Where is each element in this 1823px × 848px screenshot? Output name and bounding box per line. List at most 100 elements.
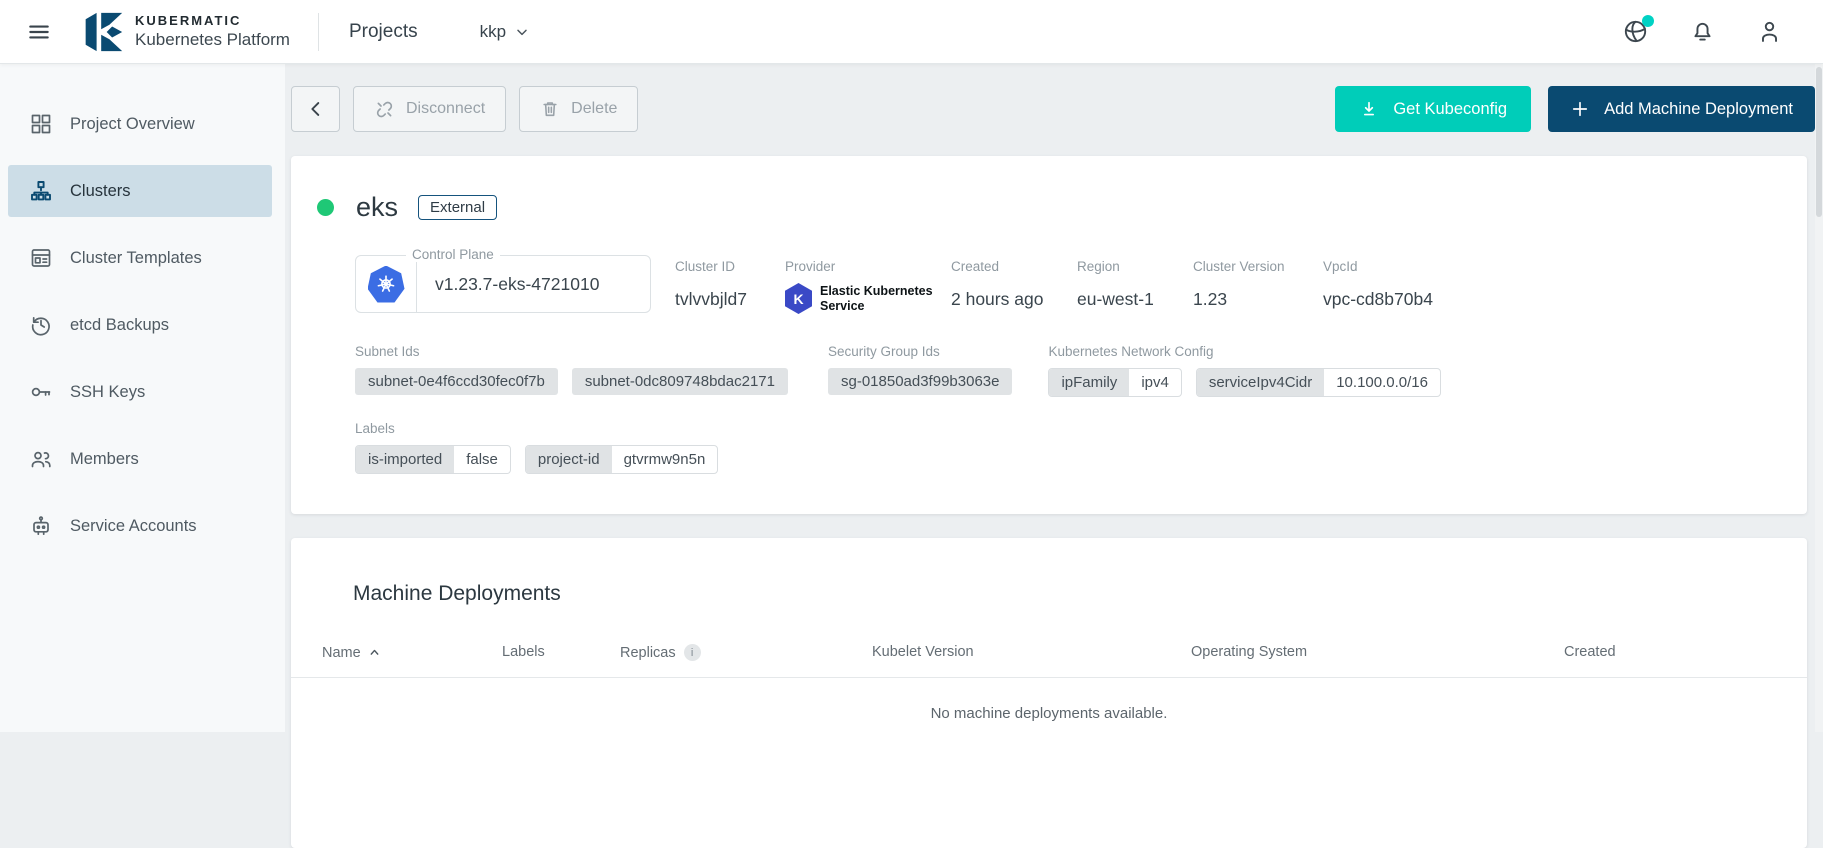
created-value: 2 hours ago — [951, 289, 1077, 310]
sidebar-item-ssh-keys[interactable]: SSH Keys — [8, 366, 272, 418]
field-label: Provider — [785, 259, 951, 274]
field-label: Cluster ID — [675, 259, 785, 274]
menu-icon[interactable] — [26, 19, 52, 45]
network-config-chip: ipFamily ipv4 — [1048, 368, 1181, 397]
user-account-icon[interactable] — [1756, 18, 1783, 45]
scrollbar-track[interactable] — [1815, 64, 1823, 732]
grid-icon — [29, 112, 53, 136]
vpcid-value: vpc-cd8b70b4 — [1323, 289, 1433, 310]
security-group-ids-label: Security Group Ids — [828, 344, 1012, 359]
cluster-details-card: eks External Control Plane — [291, 156, 1807, 514]
cluster-version-value: 1.23 — [1193, 289, 1323, 310]
security-group-chip: sg-01850ad3f99b3063e — [828, 368, 1012, 395]
link-off-icon — [374, 99, 395, 120]
logo-title: KUBERMATIC — [135, 13, 290, 28]
delete-button[interactable]: Delete — [519, 86, 638, 132]
column-label: Replicas — [620, 645, 676, 661]
field-label: Region — [1077, 259, 1193, 274]
robot-icon — [29, 514, 53, 538]
label-chip: project-id gtvrmw9n5n — [525, 445, 718, 474]
project-selector[interactable]: kkp — [480, 22, 530, 42]
download-icon — [1359, 99, 1379, 119]
chip-key: serviceIpv4Cidr — [1197, 369, 1324, 396]
chip-key: is-imported — [356, 446, 454, 473]
column-labels: Labels — [502, 644, 620, 661]
machine-deployments-title: Machine Deployments — [353, 582, 1807, 606]
chip-value: gtvrmw9n5n — [612, 446, 718, 473]
field-label: Cluster Version — [1193, 259, 1323, 274]
sort-asc-icon — [368, 646, 381, 659]
kubermatic-logo[interactable]: KUBERMATIC Kubernetes Platform — [82, 10, 290, 54]
sidebar-item-label: Service Accounts — [70, 517, 197, 536]
key-icon — [29, 380, 53, 404]
column-name[interactable]: Name — [322, 644, 502, 661]
sidebar-item-service-accounts[interactable]: Service Accounts — [8, 500, 272, 552]
column-replicas: Replicas i — [620, 644, 872, 661]
get-kubeconfig-label: Get Kubeconfig — [1393, 100, 1507, 119]
control-plane-field: Control Plane — [355, 255, 651, 313]
label-chip: is-imported false — [355, 445, 511, 474]
sidebar-item-clusters[interactable]: Clusters — [8, 165, 272, 217]
empty-state-message: No machine deployments available. — [291, 705, 1807, 722]
provider-name: Elastic Kubernetes Service — [820, 284, 942, 314]
kubermatic-logo-icon — [82, 10, 124, 54]
plus-icon — [1570, 99, 1590, 119]
region-value: eu-west-1 — [1077, 289, 1193, 310]
column-created: Created — [1564, 644, 1807, 661]
sidebar-item-etcd-backups[interactable]: etcd Backups — [8, 299, 272, 351]
field-label: VpcId — [1323, 259, 1433, 274]
get-kubeconfig-button[interactable]: Get Kubeconfig — [1335, 86, 1531, 132]
chip-key: ipFamily — [1049, 369, 1129, 396]
sidebar-item-label: Cluster Templates — [70, 249, 202, 268]
chevron-down-icon — [514, 24, 530, 40]
network-config-group: Kubernetes Network Config ipFamily ipv4 … — [1048, 344, 1441, 397]
top-header: KUBERMATIC Kubernetes Platform Projects … — [0, 0, 1823, 64]
sidebar-item-label: etcd Backups — [70, 316, 169, 335]
disconnect-button[interactable]: Disconnect — [353, 86, 506, 132]
machine-deployments-card: Machine Deployments Name Labels Replicas… — [291, 538, 1807, 848]
field-label: Created — [951, 259, 1077, 274]
security-group-ids-group: Security Group Ids sg-01850ad3f99b3063e — [828, 344, 1012, 395]
history-icon — [29, 313, 53, 337]
subnet-chip: subnet-0e4f6ccd30fec0f7b — [355, 368, 558, 395]
column-kubelet-version: Kubelet Version — [872, 644, 1191, 661]
sidebar-item-cluster-templates[interactable]: Cluster Templates — [8, 232, 272, 284]
labels-group: Labels is-imported false project-id gtvr… — [355, 421, 1771, 474]
logo-subtitle: Kubernetes Platform — [135, 30, 290, 50]
back-button[interactable] — [291, 86, 340, 132]
control-plane-label: Control Plane — [406, 247, 500, 262]
chip-value: ipv4 — [1129, 369, 1181, 396]
template-card-icon — [29, 246, 53, 270]
network-config-chip: serviceIpv4Cidr 10.100.0.0/16 — [1196, 368, 1441, 397]
chip-key: project-id — [526, 446, 612, 473]
column-label: Name — [322, 645, 361, 661]
projects-link[interactable]: Projects — [349, 21, 418, 43]
sidebar-item-members[interactable]: Members — [8, 433, 272, 485]
sidebar-nav: Project Overview Clusters — [0, 64, 285, 732]
sidebar-item-label: SSH Keys — [70, 383, 145, 402]
main-content: Disconnect Delete — [285, 64, 1815, 732]
table-divider — [291, 677, 1807, 678]
add-machine-deployment-button[interactable]: Add Machine Deployment — [1548, 86, 1815, 132]
scrollbar-thumb[interactable] — [1816, 67, 1822, 217]
chip-value: 10.100.0.0/16 — [1324, 369, 1440, 396]
sidebar-item-project-overview[interactable]: Project Overview — [8, 98, 272, 150]
subnet-ids-label: Subnet Ids — [355, 344, 788, 359]
clusters-tree-icon — [29, 179, 53, 203]
notifications-bell-icon[interactable] — [1689, 18, 1716, 45]
column-operating-system: Operating System — [1191, 644, 1564, 661]
info-icon[interactable]: i — [684, 644, 701, 661]
members-icon — [29, 447, 53, 471]
community-icon[interactable] — [1622, 18, 1649, 45]
notification-badge — [1642, 15, 1654, 27]
sidebar-item-label: Project Overview — [70, 115, 195, 134]
external-badge: External — [418, 195, 497, 220]
project-selector-value: kkp — [480, 22, 506, 42]
cluster-name: eks — [356, 192, 398, 223]
chip-value: false — [454, 446, 510, 473]
machine-deployments-table-header: Name Labels Replicas i Kubelet Version O… — [291, 644, 1807, 661]
disconnect-label: Disconnect — [406, 100, 485, 118]
network-config-label: Kubernetes Network Config — [1048, 344, 1441, 359]
cluster-id-value: tvlvvbjld7 — [675, 289, 785, 310]
subnet-ids-group: Subnet Ids subnet-0e4f6ccd30fec0f7b subn… — [355, 344, 788, 395]
